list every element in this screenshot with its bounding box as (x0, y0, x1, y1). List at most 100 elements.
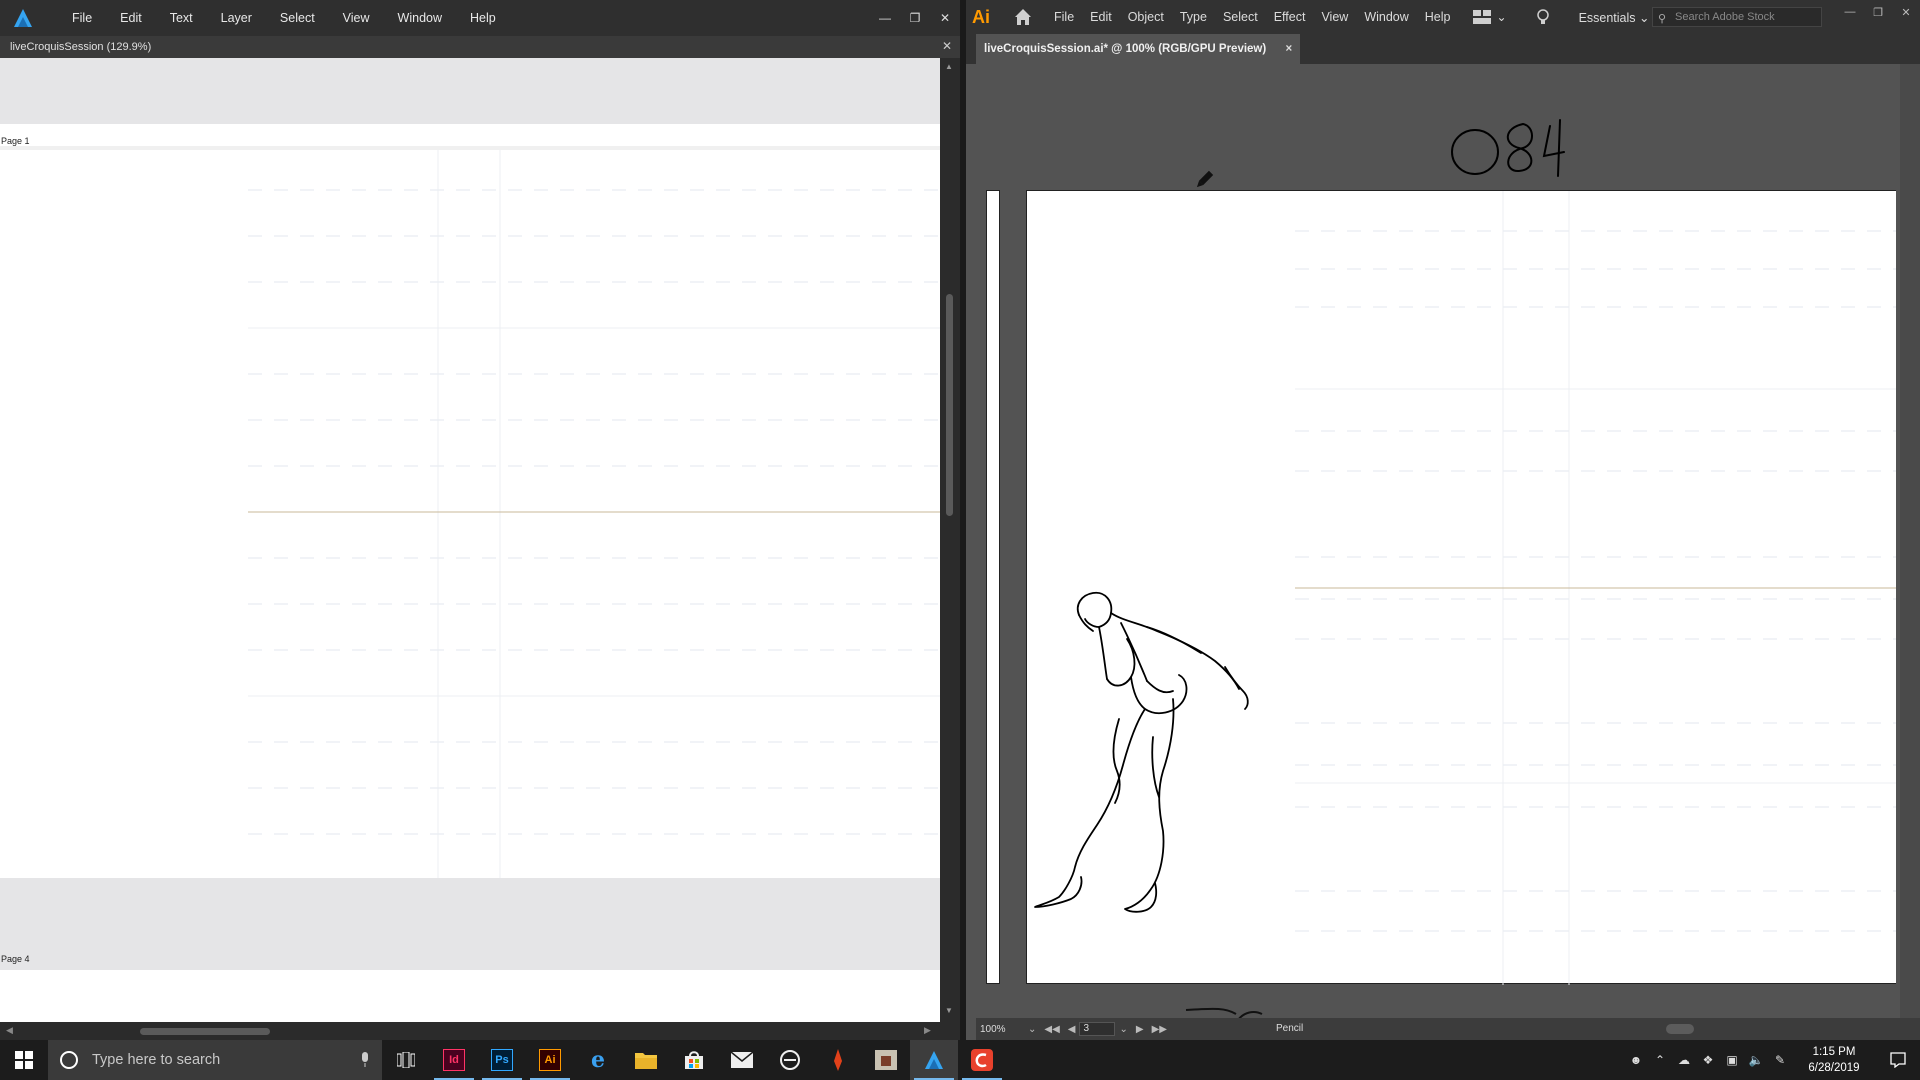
taskbar-indesign[interactable]: Id (430, 1040, 478, 1080)
illustrator-status-bar: 100% ⌄ ◀◀ ◀ 3 ⌄ ▶ ▶▶ Pencil (976, 1018, 1920, 1040)
last-page-icon[interactable]: ▶▶ (1152, 1024, 1167, 1035)
menu-view[interactable]: View (329, 0, 384, 36)
ai-menu-help[interactable]: Help (1417, 0, 1459, 34)
illustrator-horizontal-scrollbar[interactable] (1396, 1024, 1896, 1034)
illustrator-icon: Ai (539, 1049, 561, 1071)
hscroll-thumb[interactable] (140, 1028, 270, 1035)
notification-icon (1890, 1052, 1906, 1068)
people-icon[interactable]: ☻ (1624, 1053, 1648, 1067)
steam-like-icon (780, 1050, 800, 1070)
edge-icon: e (591, 1047, 605, 1073)
menu-text[interactable]: Text (156, 0, 207, 36)
taskbar-snipping[interactable] (766, 1040, 814, 1080)
maximize-icon[interactable]: ❐ (900, 0, 930, 36)
show-hidden-icons-icon[interactable]: ⌃ (1648, 1053, 1672, 1067)
start-button[interactable] (0, 1040, 48, 1080)
ai-menu-file[interactable]: File (1046, 0, 1082, 34)
taskbar-file-explorer[interactable] (622, 1040, 670, 1080)
zoom-level[interactable]: 100% (976, 1024, 1024, 1035)
close-document-icon[interactable]: ✕ (942, 39, 952, 53)
taskbar-mail[interactable] (718, 1040, 766, 1080)
page-dropdown-icon[interactable]: ⌄ (1119, 1024, 1127, 1035)
taskbar-edge[interactable]: e (574, 1040, 622, 1080)
menu-help[interactable]: Help (456, 0, 510, 36)
next-page-icon[interactable]: ▶ (1136, 1024, 1144, 1035)
taskbar-screen-recorder[interactable] (958, 1040, 1006, 1080)
workspace-switcher[interactable]: Essentials ⌄ (1579, 10, 1650, 25)
menu-layer[interactable]: Layer (207, 0, 266, 36)
microphone-icon[interactable] (360, 1052, 370, 1068)
dropbox-icon[interactable]: ❖ (1696, 1053, 1720, 1067)
taskbar-illustrator[interactable]: Ai (526, 1040, 574, 1080)
taskbar-store[interactable] (670, 1040, 718, 1080)
ai-menu-window[interactable]: Window (1356, 0, 1416, 34)
publisher-canvas[interactable]: Page 1 Page 4 (0, 58, 940, 1022)
minimize-icon[interactable]: — (870, 0, 900, 36)
adobe-stock-search[interactable]: ⚲ Search Adobe Stock (1652, 7, 1822, 27)
stock-search-placeholder: Search Adobe Stock (1675, 11, 1775, 23)
volume-icon[interactable]: 🔈 (1744, 1053, 1768, 1067)
arrange-documents-button[interactable]: ⌄ (1472, 10, 1507, 24)
scroll-right-icon[interactable]: ▶ (924, 1025, 931, 1036)
ai-minimize-icon[interactable]: — (1836, 0, 1864, 24)
ai-menu-object[interactable]: Object (1120, 0, 1172, 34)
indesign-icon: Id (443, 1049, 465, 1071)
close-icon[interactable]: ✕ (930, 0, 960, 36)
system-tray: ☻ ⌃ ☁ ❖ ▣ 🔈 ✎ 1:15 PM 6/28/2019 (1624, 1040, 1920, 1080)
illustrator-vertical-scrollbar[interactable] (1900, 64, 1920, 1022)
scroll-up-icon[interactable]: ▲ (945, 62, 953, 71)
menu-select[interactable]: Select (266, 0, 329, 36)
clock-time: 1:15 PM (1812, 1046, 1856, 1058)
pencil-cursor-icon (1196, 170, 1214, 188)
document-tab-title: liveCroquisSession.ai* @ 100% (RGB/GPU P… (984, 43, 1267, 55)
photoshop-icon: Ps (491, 1049, 513, 1071)
search-icon: ⚲ (1658, 13, 1667, 25)
ai-menu-view[interactable]: View (1313, 0, 1356, 34)
menu-file[interactable]: File (58, 0, 106, 36)
illustrator-menubar: Ai File Edit Object Type Select Effect V… (966, 0, 1920, 34)
scroll-down-icon[interactable]: ▼ (945, 1006, 953, 1015)
mail-icon (731, 1052, 753, 1068)
chevron-down-icon[interactable]: ⌄ (1028, 1024, 1036, 1035)
folder-icon (635, 1053, 657, 1069)
page-number-field[interactable]: 3 (1079, 1022, 1116, 1036)
ai-menu-select[interactable]: Select (1215, 0, 1266, 34)
ai-restore-icon[interactable]: ❐ (1864, 0, 1892, 24)
document-tab[interactable]: liveCroquisSession.ai* @ 100% (RGB/GPU P… (976, 34, 1301, 64)
taskbar-game-app[interactable] (862, 1040, 910, 1080)
lightbulb-icon[interactable] (1535, 8, 1551, 26)
ai-menu-effect[interactable]: Effect (1266, 0, 1314, 34)
search-placeholder: Type here to search (92, 1052, 221, 1068)
taskbar-photoshop[interactable]: Ps (478, 1040, 526, 1080)
publisher-vertical-scrollbar[interactable]: ▲ ▼ (940, 58, 960, 1022)
ai-close-icon[interactable]: ✕ (1892, 0, 1920, 24)
cloud-icon[interactable]: ☁ (1672, 1053, 1696, 1067)
taskbar-paint-app[interactable] (814, 1040, 862, 1080)
ai-menu-type[interactable]: Type (1172, 0, 1215, 34)
illustrator-window: Ai File Edit Object Type Select Effect V… (966, 0, 1920, 1040)
first-page-icon[interactable]: ◀◀ (1044, 1024, 1059, 1035)
taskbar-affinity-publisher[interactable] (910, 1040, 958, 1080)
network-icon[interactable]: ▣ (1720, 1053, 1744, 1067)
action-center-button[interactable] (1876, 1052, 1920, 1068)
hscroll-thumb[interactable] (1666, 1024, 1694, 1034)
illustrator-workarea[interactable] (976, 64, 1896, 1022)
page-label-4: Page 4 (1, 954, 30, 964)
menu-window[interactable]: Window (384, 0, 456, 36)
pen-icon[interactable]: ✎ (1768, 1053, 1792, 1067)
affinity-publisher-logo-icon[interactable] (12, 7, 34, 29)
taskbar-search[interactable]: Type here to search (48, 1040, 382, 1080)
prev-page-icon[interactable]: ◀ (1068, 1024, 1076, 1035)
publisher-document-tab[interactable]: liveCroquisSession (129.9%) ✕ (0, 36, 960, 58)
system-clock[interactable]: 1:15 PM 6/28/2019 (1792, 1044, 1876, 1076)
close-tab-icon[interactable]: × (1285, 34, 1292, 64)
task-view-button[interactable] (382, 1040, 430, 1080)
publisher-horizontal-scrollbar[interactable]: ◀ ▶ (0, 1022, 940, 1040)
ai-menu-edit[interactable]: Edit (1082, 0, 1120, 34)
menu-edit[interactable]: Edit (106, 0, 156, 36)
home-icon[interactable] (1012, 6, 1034, 28)
layout-grid-icon (1472, 10, 1491, 24)
artboard[interactable] (1026, 190, 1896, 985)
scroll-left-icon[interactable]: ◀ (6, 1025, 13, 1036)
scroll-thumb[interactable] (946, 294, 953, 516)
